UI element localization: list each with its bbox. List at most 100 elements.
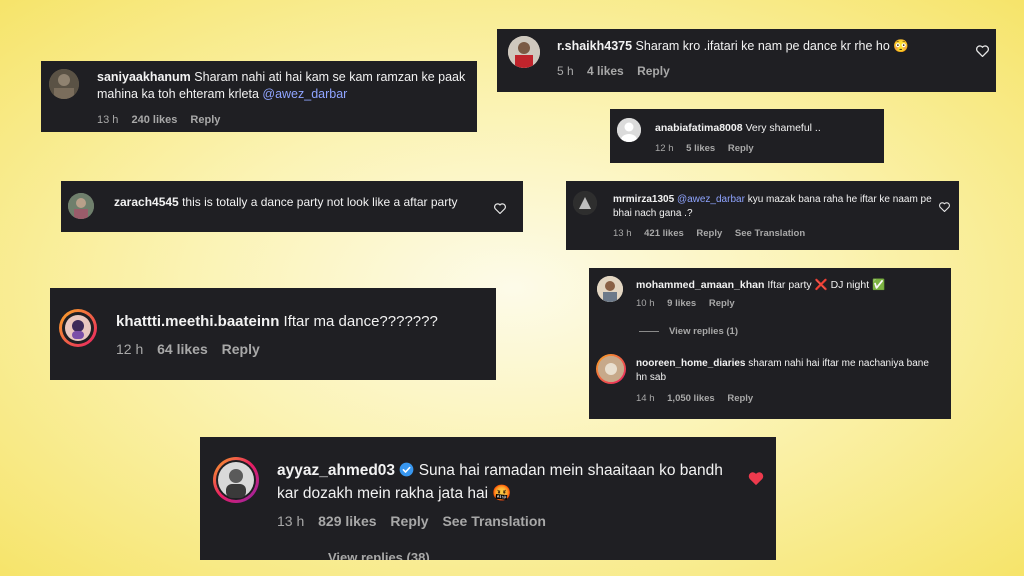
- heart-icon[interactable]: [976, 44, 989, 62]
- comment-text: Very shameful ..: [745, 122, 821, 134]
- username[interactable]: r.shaikh4375: [557, 39, 632, 53]
- view-replies-label: View replies (1): [669, 326, 738, 337]
- comment-text: Iftar ma dance???????: [283, 313, 438, 330]
- timestamp: 13 h: [97, 114, 119, 126]
- mention-link[interactable]: @awez_darbar: [262, 87, 347, 101]
- avatar-photo-icon: [573, 191, 597, 215]
- username[interactable]: saniyaakhanum: [97, 70, 191, 84]
- username[interactable]: anabiafatima8008: [655, 122, 743, 134]
- avatar-photo-icon: [218, 462, 254, 498]
- username[interactable]: zarach4545: [114, 195, 179, 209]
- avatar[interactable]: [49, 69, 79, 99]
- username[interactable]: mrmirza1305: [613, 194, 674, 205]
- see-translation-button[interactable]: See Translation: [735, 228, 805, 239]
- comment-body: khattti.meethi.baateinn Iftar ma dance??…: [116, 312, 486, 332]
- comment-body: saniyaakhanum Sharam nahi ati hai kam se…: [97, 69, 469, 103]
- reply-button[interactable]: Reply: [696, 228, 722, 239]
- username[interactable]: ayyaz_ahmed03: [277, 462, 395, 479]
- comment-meta: 12 h 5 likes Reply: [655, 143, 764, 154]
- avatar[interactable]: [617, 118, 641, 142]
- likes-count[interactable]: 1,050 likes: [667, 393, 715, 404]
- view-replies-button[interactable]: View replies (38): [328, 551, 430, 560]
- avatar-illustration-icon: [65, 315, 91, 341]
- comment-body: mohammed_amaan_khan Iftar party ❌ DJ nig…: [636, 278, 936, 292]
- likes-count[interactable]: 64 likes: [157, 341, 208, 357]
- comment-card-khattti-meethi-baateinn: khattti.meethi.baateinn Iftar ma dance??…: [50, 288, 496, 380]
- avatar: [216, 460, 256, 500]
- mention-link[interactable]: @awez_darbar: [677, 194, 745, 205]
- timestamp: 13 h: [613, 228, 632, 239]
- likes-count[interactable]: 829 likes: [318, 513, 376, 529]
- see-translation-button[interactable]: See Translation: [442, 513, 545, 529]
- comment-body: zarach4545 this is totally a dance party…: [114, 194, 504, 210]
- divider-line: [639, 330, 659, 332]
- avatar-story-ring[interactable]: [213, 457, 259, 503]
- comment-meta: 10 h 9 likes Reply: [636, 298, 745, 309]
- timestamp: 10 h: [636, 298, 655, 309]
- avatar[interactable]: [597, 276, 623, 302]
- view-replies-button[interactable]: View replies (1): [639, 326, 738, 337]
- comment-meta: 5 h 4 likes Reply: [557, 64, 680, 78]
- likes-count[interactable]: 4 likes: [587, 64, 624, 78]
- view-replies-label: View replies (38): [328, 551, 430, 560]
- avatar: [598, 356, 624, 382]
- heart-icon[interactable]: [494, 201, 506, 219]
- reply-button[interactable]: Reply: [728, 143, 754, 154]
- reply-button[interactable]: Reply: [709, 298, 735, 309]
- comment-body: ayyaz_ahmed03 Suna hai ramadan mein shaa…: [277, 461, 737, 505]
- flushed-emoji: 😳: [893, 39, 909, 53]
- comment-text: this is totally a dance party not look l…: [182, 195, 458, 209]
- comment-body: r.shaikh4375 Sharam kro .ifatari ke nam …: [557, 38, 957, 55]
- avatar: [62, 312, 94, 344]
- comment-card-saniyaakhanum: saniyaakhanum Sharam nahi ati hai kam se…: [41, 61, 477, 132]
- avatar[interactable]: [508, 36, 540, 68]
- cross-mark-emoji: ❌: [814, 279, 828, 291]
- timestamp: 14 h: [636, 393, 655, 404]
- comment-text: Iftar party: [767, 279, 812, 291]
- verified-badge-icon: [399, 462, 414, 484]
- reply-button[interactable]: Reply: [390, 513, 428, 529]
- timestamp: 12 h: [116, 341, 144, 357]
- avatar[interactable]: [68, 193, 94, 219]
- timestamp: 12 h: [655, 143, 674, 154]
- comment-meta: 13 h 829 likes Reply See Translation: [277, 513, 556, 529]
- avatar-photo-icon: [508, 36, 540, 68]
- avatar-story-ring[interactable]: [596, 354, 626, 384]
- avatar-photo-icon: [68, 193, 94, 219]
- avatar-story-ring[interactable]: [59, 309, 97, 347]
- comment-text-2: DJ night: [830, 279, 870, 291]
- avatar[interactable]: [573, 191, 597, 215]
- comment-card-anabiafatima8008: anabiafatima8008 Very shameful .. 12 h 5…: [610, 109, 884, 163]
- avatar-photo-icon: [597, 276, 623, 302]
- likes-count[interactable]: 5 likes: [686, 143, 715, 154]
- heart-icon[interactable]: [748, 471, 764, 491]
- likes-count[interactable]: 240 likes: [131, 114, 177, 126]
- check-mark-emoji: ✅: [872, 279, 886, 291]
- username[interactable]: nooreen_home_diaries: [636, 358, 745, 369]
- default-avatar-icon: [617, 118, 641, 142]
- reply-button[interactable]: Reply: [190, 114, 220, 126]
- username[interactable]: khattti.meethi.baateinn: [116, 313, 279, 330]
- comment-card-ayyaz-ahmed03: ayyaz_ahmed03 Suna hai ramadan mein shaa…: [200, 437, 776, 560]
- reply-button[interactable]: Reply: [637, 64, 670, 78]
- timestamp: 13 h: [277, 513, 305, 529]
- comment-body: mrmirza1305 @awez_darbar kyu mazak bana …: [613, 193, 933, 220]
- comment-meta: 13 h 421 likes Reply See Translation: [613, 228, 815, 239]
- timestamp: 5 h: [557, 64, 574, 78]
- face-emoji: 🤬: [492, 484, 512, 502]
- username[interactable]: mohammed_amaan_khan: [636, 279, 764, 291]
- heart-icon[interactable]: [939, 199, 950, 217]
- likes-count[interactable]: 421 likes: [644, 228, 684, 239]
- comment-text: Sharam kro .ifatari ke nam pe dance kr r…: [635, 39, 890, 53]
- reply-button[interactable]: Reply: [727, 393, 753, 404]
- comment-meta: 12 h 64 likes Reply: [116, 341, 270, 357]
- comment-card-mrmirza1305: mrmirza1305 @awez_darbar kyu mazak bana …: [566, 181, 959, 250]
- comment-card-r-shaikh4375: r.shaikh4375 Sharam kro .ifatari ke nam …: [497, 29, 996, 92]
- reply-button[interactable]: Reply: [222, 341, 260, 357]
- comment-body: anabiafatima8008 Very shameful ..: [655, 121, 875, 135]
- avatar-photo-icon: [598, 356, 624, 382]
- comment-body: nooreen_home_diaries sharam nahi hai ift…: [636, 357, 936, 384]
- comment-meta: 14 h 1,050 likes Reply: [636, 393, 763, 404]
- likes-count[interactable]: 9 likes: [667, 298, 696, 309]
- comment-meta: 13 h 240 likes Reply: [97, 114, 230, 126]
